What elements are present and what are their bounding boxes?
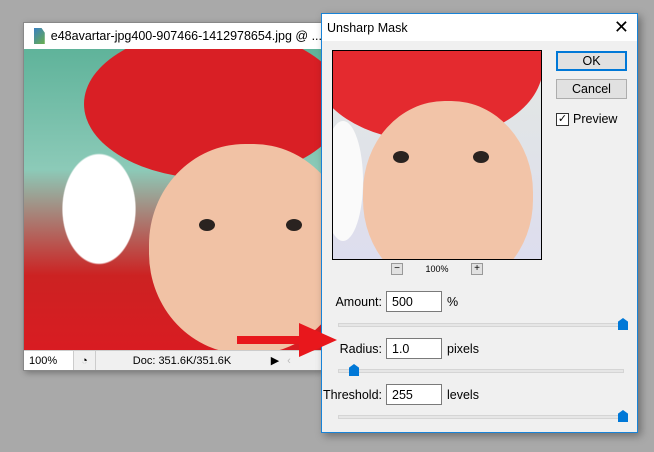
- preview-image[interactable]: [332, 50, 542, 260]
- preview-checkbox[interactable]: ✓ Preview: [556, 112, 617, 126]
- amount-label: Amount:: [335, 294, 382, 309]
- unsharp-mask-dialog: Unsharp Mask ✕ − 100% + OK Cancel ✓ Prev…: [321, 13, 638, 433]
- threshold-slider-thumb[interactable]: [618, 410, 628, 422]
- threshold-unit: levels: [447, 387, 479, 402]
- amount-slider-thumb[interactable]: [618, 318, 628, 330]
- zoom-out-button[interactable]: −: [391, 263, 403, 275]
- amount-row: Amount: %: [320, 291, 458, 312]
- document-title-bar[interactable]: e48avartar-jpg400-907466-1412978654.jpg …: [24, 23, 322, 49]
- threshold-row: Threshold: levels: [320, 384, 479, 405]
- document-title: e48avartar-jpg400-907466-1412978654.jpg …: [50, 29, 322, 43]
- document-image: [24, 49, 322, 351]
- radius-unit: pixels: [447, 341, 479, 356]
- zoom-level[interactable]: 100%: [24, 351, 74, 370]
- preview-label: Preview: [573, 112, 618, 126]
- red-arrow-annotation: [237, 323, 337, 357]
- amount-unit: %: [447, 294, 459, 309]
- amount-input[interactable]: [386, 291, 442, 312]
- rotate-view-icon[interactable]: ◔: [74, 351, 96, 370]
- amount-slider[interactable]: [338, 318, 628, 330]
- earmuff-shape: [333, 121, 363, 241]
- checkmark-icon[interactable]: ✓: [556, 112, 569, 126]
- preview-zoom-controls: − 100% +: [391, 263, 483, 275]
- close-icon[interactable]: ✕: [614, 18, 629, 36]
- dialog-title-bar[interactable]: Unsharp Mask: [322, 14, 637, 41]
- radius-slider[interactable]: [338, 364, 624, 376]
- eye: [473, 151, 489, 163]
- dialog-title: Unsharp Mask: [327, 20, 408, 35]
- threshold-slider[interactable]: [338, 410, 628, 422]
- eye: [286, 219, 302, 231]
- document-window: e48avartar-jpg400-907466-1412978654.jpg …: [23, 22, 323, 371]
- face-shape: [363, 101, 533, 259]
- radius-input[interactable]: [386, 338, 442, 359]
- cancel-button[interactable]: Cancel: [556, 79, 627, 99]
- preview-zoom-level: 100%: [425, 264, 449, 274]
- zoom-in-button[interactable]: +: [471, 263, 483, 275]
- image-file-icon: [34, 28, 45, 44]
- ok-button[interactable]: OK: [556, 51, 627, 71]
- face-shape: [149, 144, 322, 351]
- eye: [393, 151, 409, 163]
- radius-row: Radius: pixels: [320, 338, 479, 359]
- eye: [199, 219, 215, 231]
- radius-slider-thumb[interactable]: [349, 364, 359, 376]
- threshold-input[interactable]: [386, 384, 442, 405]
- threshold-label: Threshold:: [322, 387, 382, 402]
